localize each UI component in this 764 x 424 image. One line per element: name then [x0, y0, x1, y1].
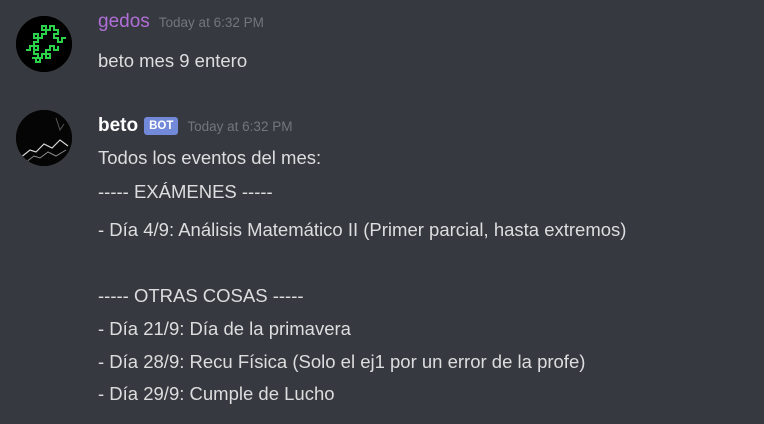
message-header: beto BOT Today at 6:32 PM [98, 114, 292, 138]
message-line: Todos los eventos del mes: [98, 147, 322, 168]
avatar[interactable] [16, 110, 72, 166]
username[interactable]: gedos [98, 10, 150, 34]
message-line: - Día 21/9: Día de la primavera [98, 318, 351, 339]
timestamp: Today at 6:32 PM [187, 118, 293, 134]
message-line: - Día 4/9: Análisis Matemático II (Prime… [98, 219, 627, 240]
bot-tag: BOT [144, 117, 179, 135]
message-line: ----- OTRAS COSAS ----- [98, 285, 304, 306]
chat-messages: gedos Today at 6:32 PM beto mes 9 entero… [0, 0, 764, 424]
message-header: gedos Today at 6:32 PM [98, 10, 264, 34]
message-line: - Día 29/9: Cumple de Lucho [98, 383, 335, 404]
green-fractal-avatar-icon [16, 16, 72, 72]
dark-landscape-avatar-icon [16, 110, 72, 166]
message-line: - Día 28/9: Recu Física (Solo el ej1 por… [98, 351, 586, 372]
message-text: beto mes 9 entero [98, 50, 248, 71]
username[interactable]: beto [98, 114, 138, 138]
message-line: ----- EXÁMENES ----- [98, 181, 273, 202]
timestamp: Today at 6:32 PM [158, 14, 264, 30]
avatar[interactable] [16, 16, 72, 72]
